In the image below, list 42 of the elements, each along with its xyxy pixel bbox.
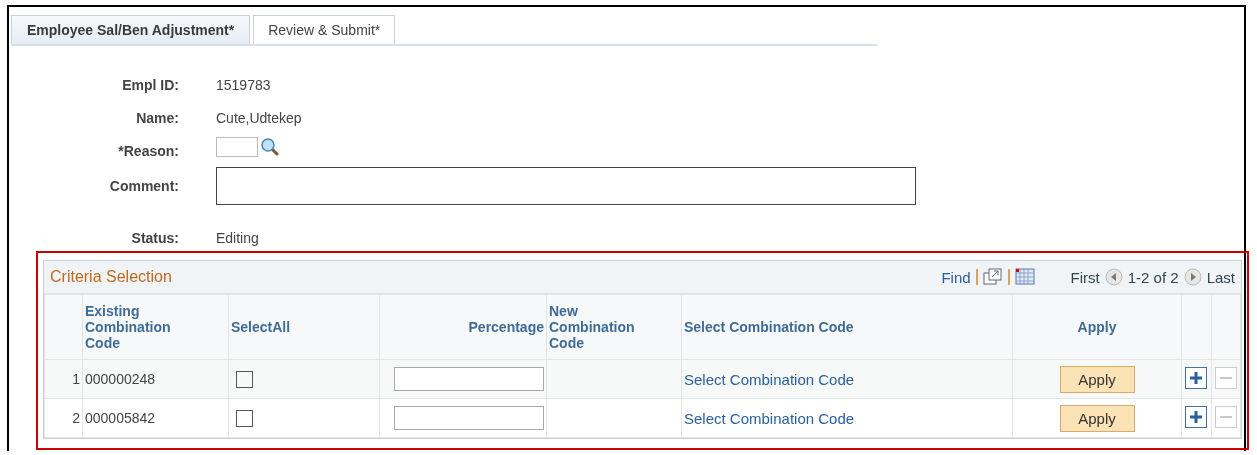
search-icon[interactable] (260, 136, 280, 157)
last-label: Last (1206, 268, 1235, 286)
tab[interactable]: Employee Sal/Ben Adjustment* (11, 15, 251, 44)
field-label: Status: (131, 229, 179, 246)
grid-title: Criteria Selection (50, 268, 172, 286)
percentage-field[interactable] (394, 406, 544, 430)
column-header: Existing Combination Code (85, 303, 172, 351)
add-row-icon[interactable] (1185, 405, 1208, 428)
input-field[interactable] (216, 136, 258, 157)
tab[interactable]: Review & Submit* (253, 15, 396, 44)
row-number: 2 (72, 410, 80, 426)
checkbox[interactable] (236, 370, 253, 388)
column-header: Percentage (468, 319, 544, 335)
field-value: Cute,Udtekep (216, 109, 302, 126)
page-range: 1-2 of 2 (1127, 268, 1179, 286)
next-icon[interactable] (1183, 268, 1202, 286)
field-label: Empl ID: (122, 76, 179, 93)
checkbox[interactable] (236, 409, 253, 427)
field-label: Comment: (109, 178, 179, 194)
column-header: Select Combination Code (684, 319, 854, 335)
divider-bar (975, 269, 978, 285)
add-row-icon[interactable] (1185, 366, 1208, 389)
field-label: Name: (136, 109, 179, 126)
apply-button[interactable]: Apply (1059, 365, 1135, 393)
spreadsheet-icon[interactable] (1014, 268, 1035, 286)
first-label: First (1070, 268, 1100, 286)
new-window-icon[interactable] (982, 268, 1003, 286)
comment-field[interactable] (216, 167, 916, 205)
column-header: Apply (1077, 319, 1117, 335)
field-label: *Reason: (118, 142, 179, 159)
combination-code: 000000248 (85, 371, 156, 387)
column-header: New Combination Code (549, 303, 636, 351)
percentage-field[interactable] (394, 367, 544, 391)
column-header: SelectAll (231, 319, 291, 335)
field-value: Editing (216, 229, 259, 246)
find-link[interactable]: Find (941, 268, 971, 286)
previous-icon[interactable] (1104, 268, 1123, 286)
row-number: 1 (72, 371, 80, 387)
apply-button[interactable]: Apply (1059, 404, 1135, 432)
divider-bar (1007, 269, 1010, 285)
combination-code: 000005842 (85, 410, 156, 426)
field-value: 1519783 (216, 76, 271, 93)
